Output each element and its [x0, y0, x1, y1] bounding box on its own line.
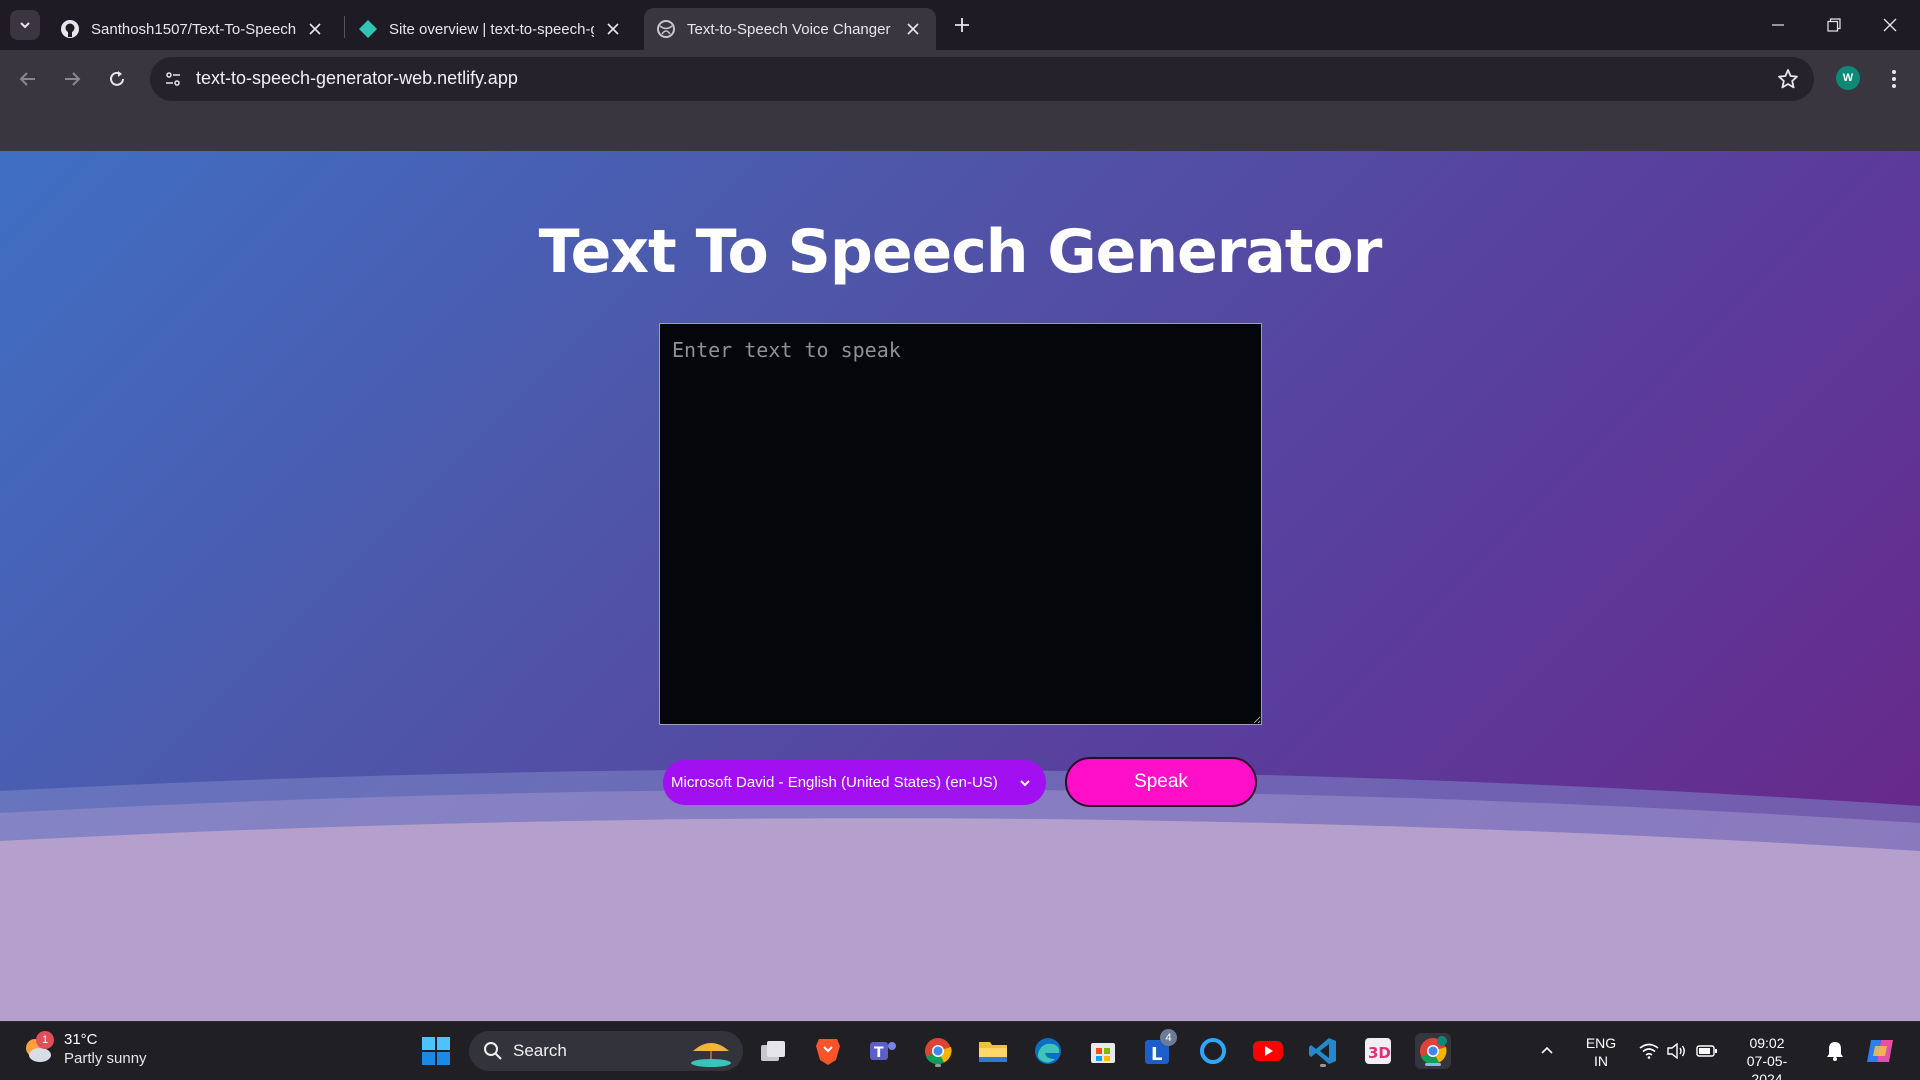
svg-text:3D: 3D	[1368, 1044, 1391, 1062]
volume-icon[interactable]	[1664, 1033, 1690, 1069]
vscode-icon[interactable]	[1305, 1033, 1341, 1069]
store-icon[interactable]	[1085, 1033, 1121, 1069]
taskbar-search[interactable]: Search	[469, 1031, 743, 1071]
app-badge: 4	[1160, 1029, 1177, 1046]
wifi-icon[interactable]	[1636, 1033, 1662, 1069]
partly-sunny-icon: 1	[20, 1031, 56, 1067]
forward-button[interactable]	[56, 63, 88, 95]
chevron-up-icon	[1541, 1046, 1553, 1054]
github-icon	[60, 19, 80, 39]
svg-text:L: L	[1151, 1044, 1162, 1065]
restore-icon	[1827, 18, 1841, 32]
teams-icon[interactable]: T	[865, 1033, 901, 1069]
close-tab-icon[interactable]	[304, 18, 326, 40]
text-input[interactable]	[659, 323, 1262, 725]
tab-text-to-speech[interactable]: Text-to-Speech Voice Changer	[644, 8, 936, 50]
browser-toolbar: text-to-speech-generator-web.netlify.app…	[0, 50, 1920, 108]
taskbar: 1 31°C Partly sunny Search T L 4 3D ENG …	[0, 1021, 1920, 1080]
browser-menu-button[interactable]	[1880, 63, 1908, 95]
weather-temp: 31°C	[64, 1031, 98, 1048]
battery-icon[interactable]	[1694, 1033, 1720, 1069]
language-indicator[interactable]: ENG IN	[1578, 1034, 1624, 1070]
bell-icon[interactable]	[1822, 1033, 1848, 1069]
close-tab-icon[interactable]	[902, 18, 924, 40]
profile-avatar[interactable]: W	[1836, 66, 1860, 90]
file-explorer-icon[interactable]	[975, 1033, 1011, 1069]
bookmark-star-icon[interactable]	[1776, 67, 1800, 91]
task-view-icon[interactable]	[755, 1033, 791, 1069]
start-button[interactable]	[418, 1033, 454, 1069]
netlify-icon	[358, 19, 378, 39]
clock[interactable]: 09:02 07-05-2024	[1732, 1034, 1802, 1080]
tab-title: Site overview | text-to-speech-g	[389, 20, 594, 38]
page-content: Text To Speech Generator Microsoft David…	[0, 151, 1920, 1021]
tab-separator	[344, 16, 345, 38]
chevron-down-icon	[20, 22, 30, 29]
voice-select-value: Microsoft David - English (United States…	[671, 774, 998, 791]
reload-button[interactable]	[101, 63, 133, 95]
page-title: Text To Speech Generator	[538, 217, 1383, 287]
weather-widget[interactable]: 1 31°C Partly sunny	[20, 1030, 147, 1068]
running-indicator	[1320, 1064, 1326, 1067]
svg-text:T: T	[874, 1045, 884, 1061]
search-label: Search	[513, 1041, 567, 1060]
chrome-icon[interactable]	[920, 1033, 956, 1069]
close-window-button[interactable]	[1862, 0, 1918, 50]
tab-title: Santhosh1507/Text-To-Speech-	[91, 20, 296, 38]
beach-umbrella-icon	[691, 1043, 731, 1067]
weather-badge: 1	[36, 1031, 54, 1049]
more-vertical-icon	[1892, 70, 1896, 88]
back-button[interactable]	[12, 63, 44, 95]
restore-button[interactable]	[1806, 0, 1862, 50]
edge-icon[interactable]	[1030, 1033, 1066, 1069]
tab-title: Text-to-Speech Voice Changer	[687, 20, 891, 38]
3d-app-icon[interactable]: 3D	[1360, 1033, 1396, 1069]
plus-icon	[955, 18, 969, 32]
speak-button[interactable]: Speak	[1065, 757, 1257, 807]
running-indicator	[935, 1064, 941, 1067]
youtube-icon[interactable]	[1250, 1033, 1286, 1069]
brave-icon[interactable]	[810, 1033, 846, 1069]
windows-icon	[422, 1037, 450, 1065]
voice-select[interactable]: Microsoft David - English (United States…	[663, 760, 1046, 805]
close-tab-icon[interactable]	[602, 18, 624, 40]
tab-netlify[interactable]: Site overview | text-to-speech-g	[346, 8, 636, 50]
globe-icon	[656, 19, 676, 39]
address-bar[interactable]: text-to-speech-generator-web.netlify.app	[150, 57, 1814, 101]
clock-date: 07-05-2024	[1746, 1053, 1788, 1080]
close-icon	[1883, 18, 1897, 32]
arrow-right-icon	[65, 72, 81, 86]
arrow-left-icon	[19, 72, 35, 86]
minimize-icon	[1772, 24, 1784, 26]
show-hidden-icons-button[interactable]	[1535, 1033, 1559, 1069]
tab-search-button[interactable]	[10, 10, 40, 40]
site-info-icon[interactable]	[158, 64, 188, 94]
search-icon	[484, 1042, 502, 1060]
weather-condition: Partly sunny	[64, 1050, 147, 1067]
chevron-down-icon	[1020, 779, 1030, 786]
language-line2: IN	[1594, 1053, 1608, 1069]
cortana-icon[interactable]	[1195, 1033, 1231, 1069]
tab-strip: Santhosh1507/Text-To-Speech- Site overvi…	[0, 0, 1920, 50]
active-indicator	[1425, 1063, 1441, 1066]
l-app-icon[interactable]: L 4	[1140, 1029, 1177, 1069]
url-text[interactable]: text-to-speech-generator-web.netlify.app	[196, 68, 518, 89]
bookmark-bar	[0, 108, 1920, 151]
new-tab-button[interactable]	[948, 11, 976, 39]
reload-icon	[110, 71, 124, 86]
clock-time: 09:02	[1749, 1035, 1785, 1051]
tab-github[interactable]: Santhosh1507/Text-To-Speech-	[48, 8, 338, 50]
chrome-profile-icon[interactable]	[1415, 1033, 1451, 1069]
language-line1: ENG	[1585, 1035, 1617, 1051]
minimize-button[interactable]	[1750, 0, 1806, 50]
copilot-icon[interactable]	[1862, 1033, 1898, 1069]
